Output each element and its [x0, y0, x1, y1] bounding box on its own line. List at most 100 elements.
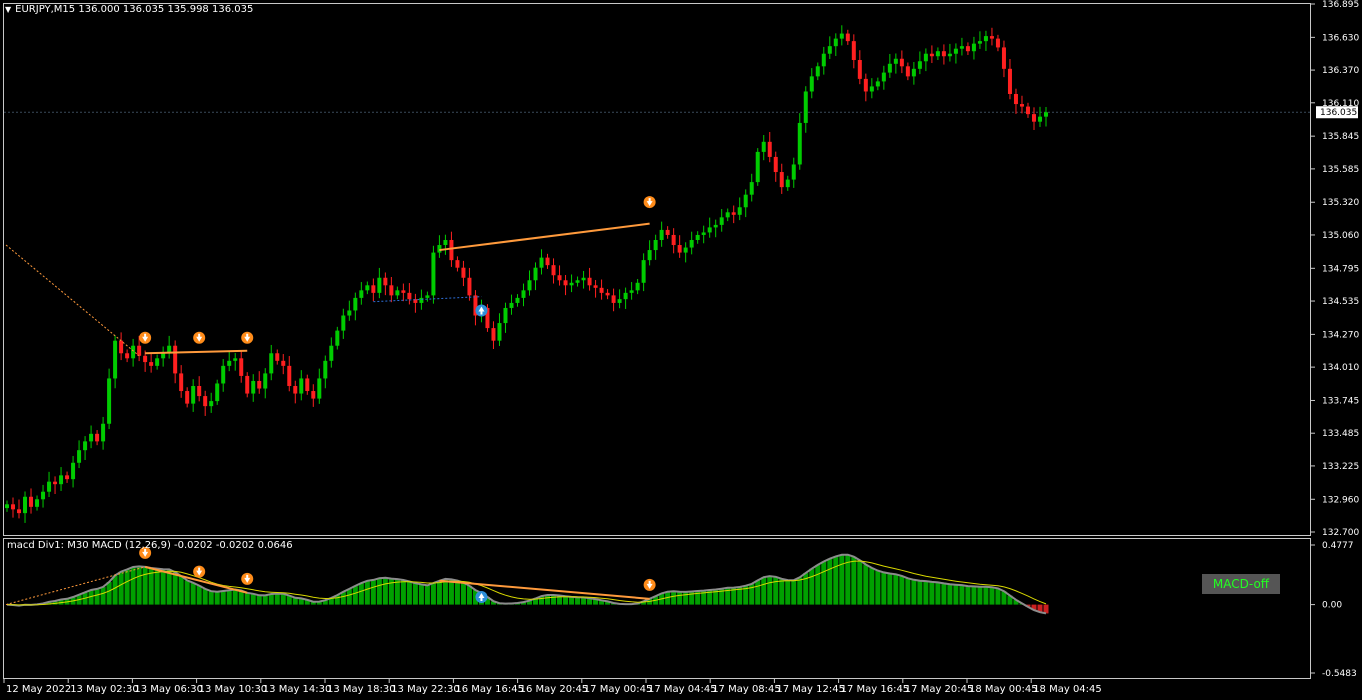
- time-label: 17 May 08:45: [712, 684, 781, 695]
- candle-body: [941, 51, 946, 57]
- candle-body: [533, 267, 538, 281]
- candle-body: [893, 58, 898, 64]
- price-label: 134.535: [1322, 297, 1359, 307]
- candle-body: [365, 285, 370, 291]
- candle-body: [929, 53, 934, 57]
- price-label: 134.795: [1322, 264, 1359, 274]
- dropdown-triangle-icon[interactable]: ▼: [5, 5, 11, 14]
- candle-body: [41, 491, 46, 500]
- candle-body: [371, 285, 376, 293]
- candle-body: [641, 260, 646, 283]
- candle-body: [311, 391, 316, 399]
- candle-body: [1044, 112, 1048, 117]
- candle-body: [299, 378, 304, 394]
- candle-body: [725, 212, 730, 218]
- candle-body: [947, 53, 952, 57]
- candle-body: [959, 46, 964, 49]
- candle-body: [653, 239, 658, 251]
- candle-body: [101, 423, 106, 442]
- candle-body: [563, 280, 568, 286]
- candle-body: [695, 234, 700, 240]
- candle-body: [1037, 116, 1042, 122]
- low-value: 135.998: [167, 4, 209, 15]
- candle-body: [185, 391, 190, 404]
- time-label: 18 May 04:45: [1033, 684, 1102, 695]
- price-label: 133.225: [1322, 462, 1359, 472]
- candle-body: [407, 292, 412, 300]
- time-label: 17 May 20:45: [905, 684, 974, 695]
- candle-body: [425, 295, 430, 298]
- candle-body: [881, 72, 886, 82]
- macd-axis-label: 0.4777: [1322, 541, 1354, 551]
- candle-body: [767, 141, 772, 157]
- candle-body: [851, 41, 856, 61]
- candle-body: [251, 380, 256, 394]
- candle-body: [305, 378, 310, 392]
- macd-toggle-button[interactable]: MACD-off: [1202, 574, 1280, 594]
- candle-body: [401, 290, 406, 293]
- candle-body: [263, 373, 268, 389]
- price-label: 135.585: [1322, 165, 1359, 175]
- price-label: 134.270: [1322, 330, 1359, 340]
- candle-body: [35, 499, 40, 507]
- time-label: 17 May 04:45: [648, 684, 717, 695]
- candle-body: [275, 353, 280, 361]
- candle-body: [239, 358, 244, 376]
- candle-body: [509, 302, 514, 308]
- candle-body: [773, 156, 778, 173]
- candle-body: [245, 375, 250, 394]
- price-label: 135.060: [1322, 231, 1359, 241]
- candle-body: [11, 504, 16, 510]
- candle-body: [551, 265, 556, 276]
- open-value: 136.000: [78, 4, 120, 15]
- price-label: 136.630: [1322, 33, 1359, 43]
- chart-canvas[interactable]: 136.895136.630136.370136.110135.845135.5…: [0, 0, 1362, 700]
- candle-body: [815, 66, 820, 77]
- candle-body: [89, 433, 94, 442]
- price-label: 136.895: [1322, 0, 1359, 10]
- candle-body: [821, 53, 826, 67]
- candle-body: [611, 295, 616, 303]
- candle-body: [539, 257, 544, 268]
- candle-body: [1013, 93, 1018, 105]
- time-label: 13 May 06:30: [134, 684, 203, 695]
- candle-body: [731, 212, 736, 215]
- price-label: 134.010: [1322, 363, 1359, 373]
- candle-body: [419, 297, 424, 303]
- candle-body: [257, 380, 262, 389]
- candle-body: [503, 307, 508, 324]
- candle-body: [965, 46, 970, 52]
- candle-body: [287, 365, 292, 386]
- candle-body: [827, 46, 832, 54]
- price-label: 132.960: [1322, 495, 1359, 505]
- candle-body: [47, 481, 52, 492]
- price-label: 136.370: [1322, 66, 1359, 76]
- candle-body: [455, 260, 460, 268]
- candle-body: [461, 267, 466, 278]
- candle-body: [107, 378, 112, 424]
- candle-body: [131, 345, 136, 359]
- candle-body: [353, 297, 358, 311]
- candle-body: [989, 36, 994, 39]
- candle-body: [683, 247, 688, 253]
- candle-body: [875, 81, 880, 87]
- candle-body: [677, 245, 682, 253]
- candle-body: [671, 234, 676, 246]
- candle-body: [191, 385, 196, 404]
- candle-body: [17, 509, 22, 514]
- candle-body: [887, 63, 892, 73]
- price-label: 132.700: [1322, 528, 1359, 538]
- candle-body: [383, 277, 388, 286]
- candle-body: [797, 122, 802, 165]
- candle-body: [281, 360, 286, 366]
- time-label: 13 May 14:30: [263, 684, 332, 695]
- candle-body: [527, 280, 532, 291]
- candle-body: [791, 164, 796, 180]
- candle-body: [749, 182, 754, 195]
- ohlc-header[interactable]: ▼ EURJPY,M15 136.000 136.035 135.998 136.…: [5, 4, 253, 15]
- candle-body: [995, 38, 1000, 48]
- candle-body: [233, 358, 238, 361]
- candle-body: [593, 285, 598, 288]
- candle-body: [833, 38, 838, 47]
- candle-body: [545, 257, 550, 266]
